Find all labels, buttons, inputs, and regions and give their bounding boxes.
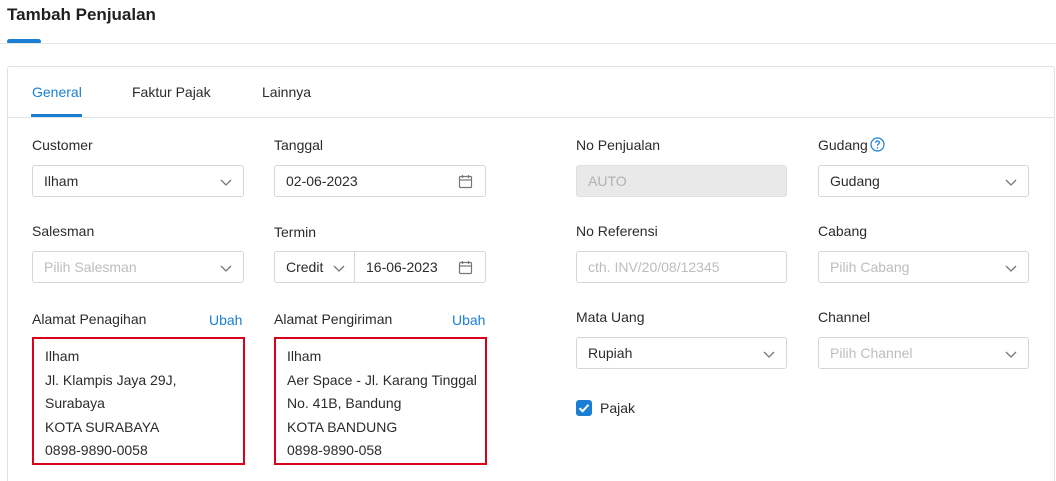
salesman-label: Salesman (32, 223, 95, 239)
address-line: 0898-9890-0058 (45, 442, 148, 458)
channel-placeholder: Pilih Channel (830, 345, 913, 361)
customer-value: Ilham (44, 173, 79, 189)
mata-uang-value: Rupiah (588, 345, 633, 361)
checkmark-icon (578, 404, 590, 413)
address-line: KOTA BANDUNG (287, 418, 398, 435)
tanggal-label: Tanggal (274, 137, 324, 153)
gudang-select[interactable]: Gudang (818, 165, 1029, 197)
tab-faktur-pajak[interactable]: Faktur Pajak (132, 84, 211, 100)
address-line: Jl. Klampis Jaya 29J, (45, 371, 177, 388)
customer-select[interactable]: Ilham (32, 165, 244, 197)
address-line: No. 41B, Bandung (287, 395, 402, 411)
no-penjualan-value: AUTO (588, 173, 627, 189)
tanggal-date-input[interactable]: 02-06-2023 (274, 165, 486, 197)
address-line: Ilham (45, 348, 80, 364)
ubah-penagihan-link[interactable]: Ubah (209, 312, 242, 328)
channel-select[interactable]: Pilih Channel (818, 337, 1029, 369)
tab-general[interactable]: General (32, 84, 82, 100)
mata-uang-select[interactable]: Rupiah (576, 337, 787, 369)
active-tab-indicator (31, 114, 82, 117)
address-line: KOTA SURABAYA (45, 418, 160, 435)
cabang-placeholder: Pilih Cabang (830, 259, 910, 275)
ubah-pengiriman-link[interactable]: Ubah (452, 312, 485, 328)
tab-bar: General Faktur Pajak Lainnya (8, 67, 1054, 118)
help-icon[interactable] (870, 137, 885, 152)
address-line: Ilham (287, 348, 322, 364)
termin-select[interactable]: Credit (274, 251, 355, 283)
gudang-value: Gudang (830, 173, 880, 189)
termin-date-value: 16-06-2023 (366, 259, 438, 275)
chevron-down-icon (1005, 265, 1017, 272)
title-divider (0, 43, 1056, 44)
chevron-down-icon (763, 351, 775, 358)
no-referensi-placeholder: cth. INV/20/08/12345 (588, 259, 720, 275)
salesman-select[interactable]: Pilih Salesman (32, 251, 244, 283)
chevron-down-icon (1005, 179, 1017, 186)
alamat-pengiriman-label: Alamat Pengiriman (274, 311, 393, 327)
chevron-down-icon (220, 265, 232, 272)
alamat-penagihan-label: Alamat Penagihan (32, 311, 147, 327)
no-referensi-label: No Referensi (576, 223, 658, 239)
termin-date-input[interactable]: 16-06-2023 (354, 251, 486, 283)
address-line: Aer Space - Jl. Karang Tinggal (287, 371, 477, 388)
salesman-placeholder: Pilih Salesman (44, 259, 137, 275)
cabang-select[interactable]: Pilih Cabang (818, 251, 1029, 283)
chevron-down-icon (333, 265, 345, 272)
pajak-checkbox[interactable] (576, 400, 592, 416)
calendar-icon (458, 261, 473, 275)
termin-label: Termin (274, 224, 317, 240)
address-line: Surabaya (45, 395, 105, 411)
gudang-label: Gudang (818, 137, 868, 153)
calendar-icon (458, 175, 473, 189)
tab-lainnya[interactable]: Lainnya (262, 84, 311, 100)
chevron-down-icon (1005, 351, 1017, 358)
alamat-pengiriman-box: Ilham Aer Space - Jl. Karang Tinggal No.… (274, 337, 487, 465)
address-line: 0898-9890-058 (287, 442, 382, 458)
pajak-label[interactable]: Pajak (600, 400, 635, 416)
termin-value: Credit (286, 259, 324, 275)
mata-uang-label: Mata Uang (576, 309, 645, 325)
page-title: Tambah Penjualan (7, 5, 156, 24)
alamat-penagihan-box: Ilham Jl. Klampis Jaya 29J, Surabaya KOT… (32, 337, 245, 465)
cabang-label: Cabang (818, 223, 868, 239)
no-penjualan-label: No Penjualan (576, 137, 661, 153)
tanggal-value: 02-06-2023 (286, 173, 358, 189)
channel-label: Channel (818, 309, 871, 325)
no-penjualan-input: AUTO (576, 165, 787, 197)
no-referensi-input[interactable]: cth. INV/20/08/12345 (576, 251, 787, 283)
customer-label: Customer (32, 137, 93, 153)
chevron-down-icon (220, 179, 232, 186)
